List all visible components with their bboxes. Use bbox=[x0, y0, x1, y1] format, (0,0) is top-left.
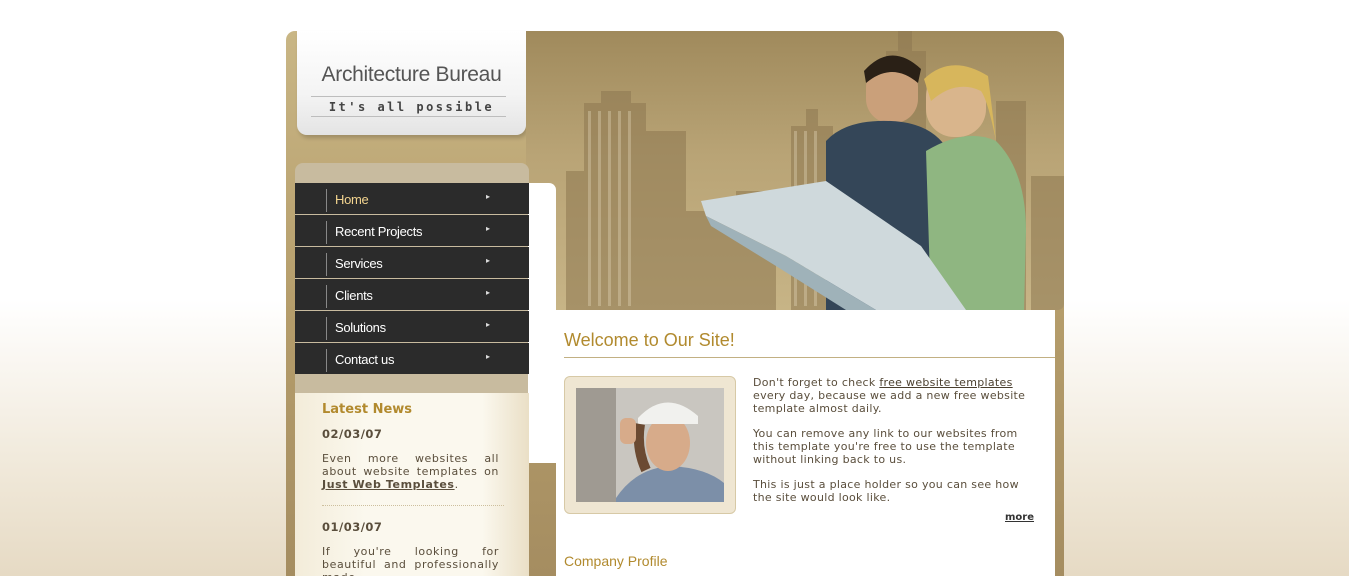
news-heading: Latest News bbox=[322, 402, 413, 417]
photo-frame bbox=[564, 376, 736, 514]
arrow-right-icon: ▸ bbox=[486, 256, 491, 265]
nav-separator bbox=[326, 189, 327, 212]
arrow-right-icon: ▸ bbox=[486, 288, 491, 297]
news-divider bbox=[322, 505, 504, 506]
arrow-right-icon: ▸ bbox=[486, 224, 491, 233]
intro-section: Don't forget to check free website templ… bbox=[564, 376, 1055, 546]
more-link[interactable]: more bbox=[1005, 512, 1034, 523]
paragraph-text: Don't forget to check bbox=[753, 376, 880, 389]
paragraph-text: every day, because we add a new free web… bbox=[753, 389, 1026, 415]
nav-item-home[interactable]: Home ▸ bbox=[295, 183, 529, 214]
arrow-right-icon: ▸ bbox=[486, 192, 491, 201]
nav-item-services[interactable]: Services ▸ bbox=[295, 247, 529, 278]
arrow-right-icon: ▸ bbox=[486, 320, 491, 329]
nav-item-label: Contact us bbox=[335, 352, 395, 367]
nav-separator bbox=[326, 349, 327, 372]
content-corner bbox=[528, 183, 556, 463]
page-title: Welcome to Our Site! bbox=[564, 330, 1055, 358]
divider bbox=[311, 116, 506, 117]
news-date: 01/03/07 bbox=[322, 520, 383, 534]
news-body-end: . bbox=[454, 478, 459, 491]
news-text: If you're looking for beautiful and prof… bbox=[322, 545, 499, 576]
nav-item-recent-projects[interactable]: Recent Projects ▸ bbox=[295, 215, 529, 246]
divider bbox=[311, 96, 506, 97]
latest-news: Latest News 02/03/07 Even more websites … bbox=[295, 393, 529, 576]
nav-item-label: Recent Projects bbox=[335, 224, 423, 239]
arrow-right-icon: ▸ bbox=[486, 352, 491, 361]
nav-separator bbox=[326, 285, 327, 308]
nav-item-label: Services bbox=[335, 256, 383, 271]
page-frame: Architecture Bureau It's all possible Ho… bbox=[286, 31, 1064, 576]
nav-separator bbox=[326, 317, 327, 340]
nav-item-label: Clients bbox=[335, 288, 373, 303]
paragraph: You can remove any link to our websites … bbox=[753, 427, 1018, 466]
news-date: 02/03/07 bbox=[322, 427, 383, 441]
news-text: Even more websites all about website tem… bbox=[322, 452, 499, 491]
paragraph: Don't forget to check free website templ… bbox=[753, 376, 1035, 415]
engineer-photo bbox=[576, 388, 724, 502]
logo[interactable]: Architecture Bureau It's all possible bbox=[297, 31, 526, 135]
templates-link[interactable]: free website templates bbox=[879, 376, 1012, 389]
site-slogan: It's all possible bbox=[328, 100, 495, 114]
news-link[interactable]: Just Web Templates bbox=[322, 478, 455, 491]
intro-text: Don't forget to check free website templ… bbox=[753, 376, 1035, 516]
nav-item-contact-us[interactable]: Contact us ▸ bbox=[295, 343, 529, 374]
news-body: Even more websites all about website tem… bbox=[322, 452, 499, 478]
header-image bbox=[526, 31, 1064, 310]
nav-item-label: Home bbox=[335, 192, 369, 207]
main-content: Welcome to Our Site! Don't forget to che… bbox=[556, 310, 1055, 576]
nav-item-clients[interactable]: Clients ▸ bbox=[295, 279, 529, 310]
nav-item-solutions[interactable]: Solutions ▸ bbox=[295, 311, 529, 342]
nav-item-label: Solutions bbox=[335, 320, 386, 335]
nav-separator bbox=[326, 253, 327, 276]
nav-separator bbox=[326, 221, 327, 244]
company-profile-heading: Company Profile bbox=[564, 553, 668, 569]
site-title: Architecture Bureau bbox=[321, 63, 502, 86]
main-navigation: Home ▸ Recent Projects ▸ Services ▸ Clie… bbox=[295, 183, 529, 375]
paragraph: This is just a place holder so you can s… bbox=[753, 478, 1019, 504]
